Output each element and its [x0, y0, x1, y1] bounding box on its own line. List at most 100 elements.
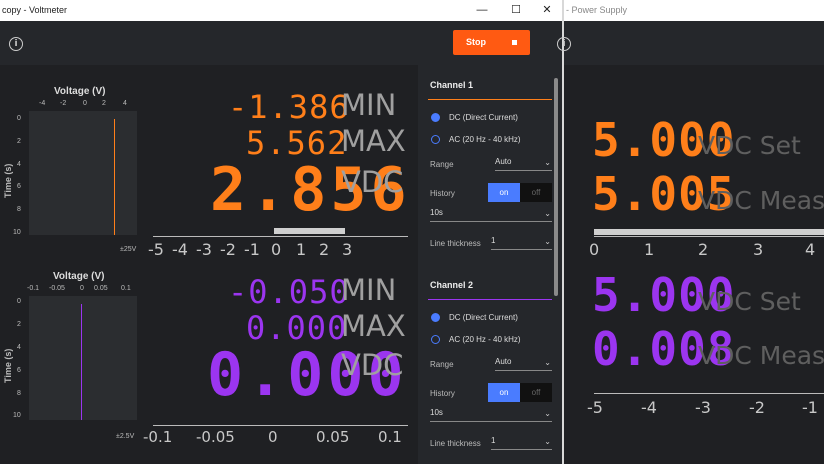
ch2-scale-tick: -0.1 [143, 428, 173, 446]
ch1-dc-label: DC (Direct Current) [449, 113, 518, 122]
chevron-down-icon: ⌄ [544, 358, 551, 367]
close-button[interactable]: ✕ [530, 0, 564, 21]
info-icon[interactable]: i [557, 37, 571, 51]
chevron-down-icon: ⌄ [544, 437, 551, 446]
voltmeter-title-bar: copy - Voltmeter — ☐ ✕ [0, 0, 562, 21]
channel2-underline [428, 299, 552, 300]
ch1-thickness-value: 1 [491, 236, 496, 245]
ch2-ac-radio[interactable] [431, 335, 440, 344]
ch2-history-label: History [430, 389, 455, 398]
toggle-on[interactable]: on [488, 383, 520, 402]
ch2-max-label: MAX [341, 309, 406, 343]
ch1-ac-radio[interactable] [431, 135, 440, 144]
ps-ch2-scale-tick: -1 [802, 398, 818, 417]
channel1-title: Channel 1 [430, 80, 474, 90]
ch2-range-dropdown[interactable]: Auto ⌄ [495, 357, 552, 371]
ch2-history-dropdown[interactable]: 10s ⌄ [430, 408, 552, 422]
ch2-trace [81, 304, 82, 420]
ch1-thickness-label: Line thickness [430, 239, 481, 248]
ch1-range-label: ±25V [120, 246, 137, 253]
chevron-down-icon: ⌄ [544, 158, 551, 167]
ch2-range-label: ±2.5V [116, 433, 135, 440]
maximize-button[interactable]: ☐ [499, 0, 533, 21]
ch2-thickness-dropdown[interactable]: 1 ⌄ [491, 436, 552, 450]
ch1-trace [114, 119, 115, 235]
y-tick: 2 [17, 138, 21, 145]
ch2-thickness-label: Line thickness [430, 439, 481, 448]
x-tick: 0 [83, 100, 87, 107]
ps-ch2-scale-tick: -2 [749, 398, 765, 417]
ch1-scale-tick: 0 [271, 240, 282, 259]
ch1-scale-tick: -3 [196, 240, 212, 259]
ch2-scale-tick: 0.05 [316, 428, 350, 446]
x-tick: 0.05 [94, 285, 108, 292]
x-tick: -4 [39, 100, 46, 107]
ch2-scale-tick: -0.05 [196, 428, 235, 446]
ch1-thickness-dropdown[interactable]: 1 ⌄ [491, 236, 552, 250]
x-tick: 0 [80, 285, 84, 292]
toggle-off[interactable]: off [520, 383, 552, 402]
ch1-scale-tick: -5 [148, 240, 164, 259]
ch2-range-value: Auto [495, 357, 512, 366]
ch1-y-label: Time (s) [3, 163, 13, 198]
stop-button[interactable]: Stop [453, 30, 530, 55]
x-tick: 4 [123, 100, 127, 107]
ch1-range-field-label: Range [430, 160, 454, 169]
ch1-min-value: -1.386 [228, 88, 350, 126]
window-title: - Power Supply [566, 5, 628, 15]
toggle-off[interactable]: off [520, 183, 552, 202]
power-supply-title-bar: - Power Supply [564, 0, 824, 21]
toggle-on[interactable]: on [488, 183, 520, 202]
ch1-scale-tick: 1 [296, 240, 307, 259]
ch1-range-dropdown[interactable]: Auto ⌄ [495, 157, 552, 171]
ch1-max-label: MAX [341, 124, 406, 158]
y-tick: 2 [17, 321, 21, 328]
ch2-scale-tick: 0 [268, 428, 278, 446]
x-tick: -0.1 [27, 285, 40, 292]
ch2-history-toggle[interactable]: on off [488, 383, 552, 402]
chevron-down-icon: ⌄ [544, 409, 551, 418]
stop-square-icon [512, 40, 517, 45]
y-tick: 8 [17, 206, 21, 213]
y-tick: 10 [13, 412, 21, 419]
ch2-history-value: 10s [430, 408, 443, 417]
info-icon[interactable]: i [9, 37, 23, 51]
ch2-scale-tick: 0.1 [378, 428, 402, 446]
x-tick: -2 [60, 100, 67, 107]
ch1-scale-axis [153, 236, 408, 237]
power-supply-toolbar [564, 21, 824, 65]
ps-ch2-scale-tick: -3 [695, 398, 711, 417]
ps-ch2-set-label: VDC Set [698, 287, 801, 316]
channel2-title: Channel 2 [430, 280, 474, 290]
y-tick: 8 [17, 390, 21, 397]
ch1-history-toggle[interactable]: on off [488, 183, 552, 202]
ch1-dc-radio[interactable] [431, 113, 440, 122]
x-tick: -0.05 [49, 285, 65, 292]
ch2-dc-radio[interactable] [431, 313, 440, 322]
minimize-button[interactable]: — [465, 0, 499, 21]
settings-panel: Channel 1 DC (Direct Current) AC (20 Hz … [418, 65, 562, 464]
ch2-plot-title: Voltage (V) [53, 271, 105, 282]
ch1-history-label: History [430, 189, 455, 198]
channel1-underline [428, 99, 552, 100]
window-divider [562, 0, 564, 464]
y-tick: 10 [13, 229, 21, 236]
ch2-range-field-label: Range [430, 360, 454, 369]
y-tick: 6 [17, 183, 21, 190]
ch2-min-label: MIN [341, 273, 397, 307]
ch1-history-dropdown[interactable]: 10s ⌄ [430, 208, 552, 222]
ch1-scale-tick: -2 [220, 240, 236, 259]
ps-ch1-scale-tick: 4 [805, 240, 816, 259]
ch2-thickness-value: 1 [491, 436, 496, 445]
ch1-time-plot [29, 111, 137, 235]
ch1-ac-label: AC (20 Hz - 40 kHz) [449, 135, 521, 144]
ch2-min-value: -0.050 [228, 273, 350, 311]
ps-ch1-scale-axis [594, 236, 824, 237]
y-tick: 4 [17, 344, 21, 351]
ps-ch1-scale-tick: 3 [753, 240, 764, 259]
ch1-range-value: Auto [495, 157, 512, 166]
ch1-plot-title: Voltage (V) [54, 86, 106, 97]
y-tick: 0 [17, 115, 21, 122]
ps-ch2-meas-label: VDC Meas [698, 341, 824, 370]
settings-scrollbar[interactable] [554, 78, 558, 296]
